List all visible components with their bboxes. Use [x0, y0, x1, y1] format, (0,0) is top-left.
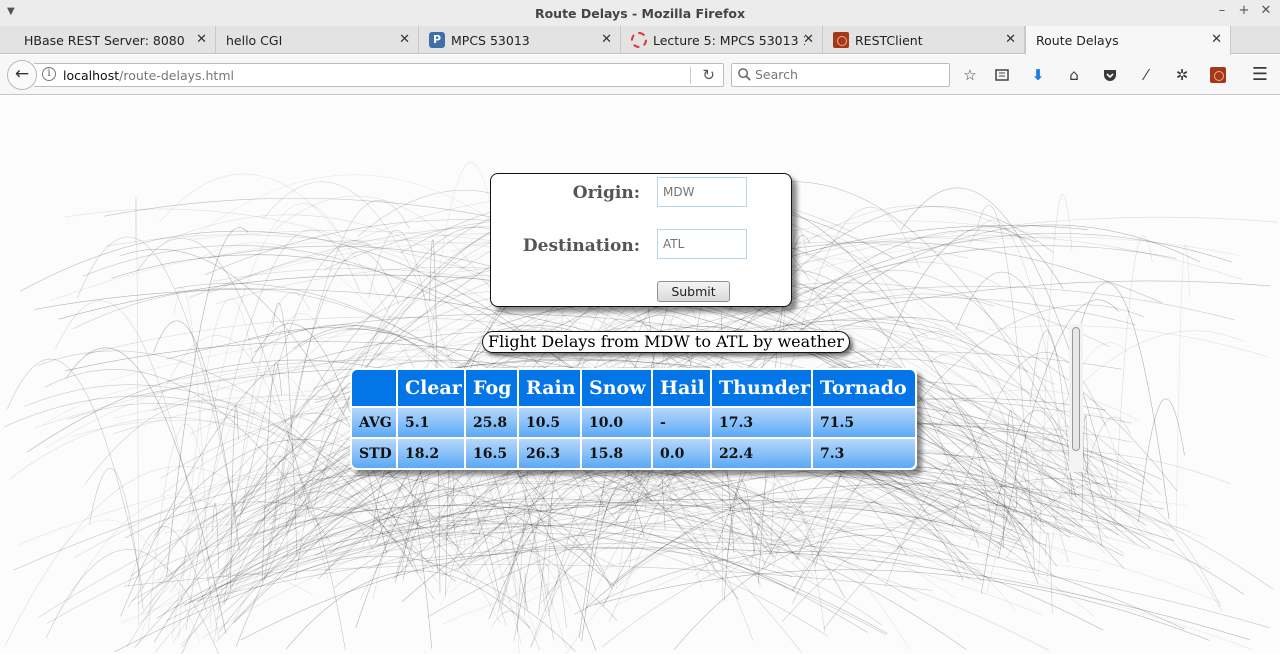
tab-hbase[interactable]: HBase REST Server: 8080 ✕ — [14, 26, 216, 54]
tab-label: Lecture 5: MPCS 53013 1 | — [653, 32, 805, 48]
table-cell: 16.5 — [466, 439, 517, 468]
tab-route-delays[interactable]: Route Delays ✕ — [1025, 26, 1231, 55]
url-path: /route-delays.html — [119, 68, 234, 83]
table-cell: 5.1 — [398, 408, 464, 437]
tab-hello-cgi[interactable]: hello CGI ✕ — [216, 26, 419, 54]
close-window-icon[interactable]: ✕ — [1260, 3, 1272, 18]
results-scrollbar[interactable] — [1069, 324, 1083, 472]
table-header: Clear — [398, 370, 464, 406]
table-header-row: Clear Fog Rain Snow Hail Thunder Tornado — [352, 370, 915, 406]
window-titlebar: ▼ Route Delays - Mozilla Firefox – + ✕ — [0, 0, 1280, 26]
back-arrow-icon: ← — [14, 64, 30, 84]
table-cell: 22.4 — [712, 439, 811, 468]
table-header: Hail — [653, 370, 710, 406]
table-cell: AVG — [352, 408, 396, 437]
table-header: Snow — [582, 370, 651, 406]
restclient-icon — [1210, 67, 1226, 83]
tab-label: MPCS 53013 — [451, 32, 530, 48]
page-content: Origin: Destination: Submit Flight Delay… — [0, 96, 1280, 654]
origin-input[interactable] — [657, 177, 747, 207]
route-form: Origin: Destination: Submit — [490, 173, 792, 307]
ring-icon — [631, 32, 647, 48]
url-text[interactable]: localhost/route-delays.html — [63, 68, 234, 83]
reading-list-icon[interactable] — [992, 65, 1012, 85]
bookmark-star-icon[interactable]: ☆ — [960, 65, 980, 85]
table-cell: 26.3 — [519, 439, 580, 468]
origin-label: Origin: — [572, 183, 640, 203]
tab-lecture[interactable]: Lecture 5: MPCS 53013 1 | ✕ — [621, 26, 823, 54]
extension-icon[interactable]: ✲ — [1172, 65, 1192, 85]
close-tab-icon[interactable]: ✕ — [1211, 32, 1222, 47]
p-icon: P — [429, 32, 445, 48]
restclient-icon — [833, 32, 849, 48]
table-header: Thunder — [712, 370, 811, 406]
search-bar[interactable] — [731, 63, 950, 87]
back-button[interactable]: ← — [7, 60, 37, 90]
table-cell: 7.3 — [813, 439, 915, 468]
window-title: Route Delays - Mozilla Firefox — [534, 5, 746, 21]
maximize-icon[interactable]: + — [1238, 3, 1250, 18]
tab-label: HBase REST Server: 8080 — [24, 32, 185, 48]
table-cell: - — [653, 408, 710, 437]
table-cell: 18.2 — [398, 439, 464, 468]
close-tab-icon[interactable]: ✕ — [399, 32, 410, 47]
url-host: localhost — [63, 68, 120, 83]
restclient-toolbar-icon[interactable] — [1208, 65, 1228, 85]
scrollbar-thumb[interactable] — [1072, 327, 1080, 451]
table-row: STD 18.2 16.5 26.3 15.8 0.0 22.4 7.3 — [352, 439, 915, 468]
submit-button[interactable]: Submit — [657, 281, 730, 302]
info-icon[interactable]: i — [42, 67, 56, 81]
tab-label: Route Delays — [1036, 33, 1119, 48]
close-tab-icon[interactable]: ✕ — [1005, 32, 1016, 47]
tab-restclient[interactable]: RESTClient ✕ — [823, 26, 1025, 54]
table-row: AVG 5.1 25.8 10.5 10.0 - 17.3 71.5 — [352, 408, 915, 437]
feather-icon[interactable]: ⁄ — [1136, 65, 1156, 85]
search-icon — [738, 68, 751, 81]
table-cell: 15.8 — [582, 439, 651, 468]
table-header: Tornado — [813, 370, 915, 406]
table-cell: 10.5 — [519, 408, 580, 437]
tab-label: RESTClient — [855, 32, 923, 48]
table-cell: STD — [352, 439, 396, 468]
tab-label: hello CGI — [226, 32, 283, 48]
table-header: Rain — [519, 370, 580, 406]
reload-icon[interactable]: ↻ — [702, 66, 715, 84]
table-header: Fog — [466, 370, 517, 406]
table-cell: 0.0 — [653, 439, 710, 468]
close-tab-icon[interactable]: ✕ — [803, 32, 814, 47]
minimize-icon[interactable]: – — [1216, 3, 1228, 18]
table-cell: 17.3 — [712, 408, 811, 437]
tab-mpcs[interactable]: P MPCS 53013 ✕ — [419, 26, 621, 54]
window-menu-icon[interactable]: ▼ — [7, 6, 15, 17]
delays-table: Clear Fog Rain Snow Hail Thunder Tornado… — [350, 368, 917, 470]
pocket-icon[interactable] — [1100, 65, 1120, 85]
destination-input[interactable] — [657, 229, 747, 259]
close-tab-icon[interactable]: ✕ — [601, 32, 612, 47]
navigation-toolbar: i localhost/route-delays.html ↻ ← ☆ ⬇ ⌂ … — [0, 55, 1280, 95]
table-cell: 25.8 — [466, 408, 517, 437]
close-tab-icon[interactable]: ✕ — [196, 32, 207, 47]
table-cell: 71.5 — [813, 408, 915, 437]
hamburger-menu-icon[interactable]: ☰ — [1250, 65, 1270, 85]
table-header — [352, 370, 396, 406]
url-divider — [690, 67, 691, 84]
search-input[interactable] — [755, 67, 940, 82]
home-icon[interactable]: ⌂ — [1064, 65, 1084, 85]
window-controls: – + ✕ — [1216, 3, 1272, 18]
url-bar[interactable]: i localhost/route-delays.html ↻ — [34, 63, 724, 87]
tab-strip: HBase REST Server: 8080 ✕ hello CGI ✕ P … — [0, 26, 1280, 76]
destination-label: Destination: — [522, 236, 640, 256]
results-caption: Flight Delays from MDW to ATL by weather — [482, 331, 851, 353]
table-cell: 10.0 — [582, 408, 651, 437]
download-icon[interactable]: ⬇ — [1028, 65, 1048, 85]
